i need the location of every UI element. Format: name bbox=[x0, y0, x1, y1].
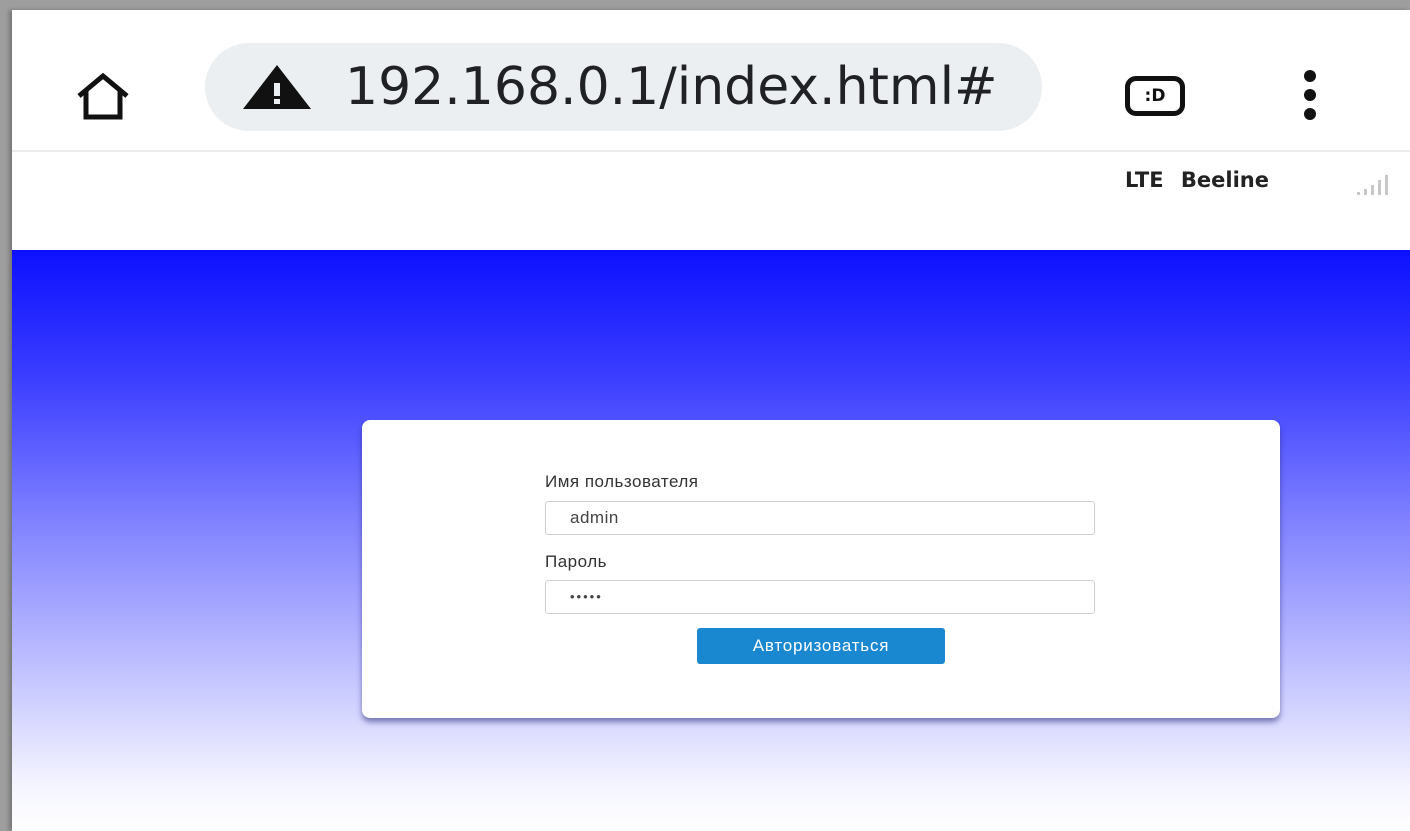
browser-window: 192.168.0.1/index.html# :D LTE Beeline И… bbox=[12, 10, 1410, 831]
tab-switcher-button[interactable]: :D bbox=[1125, 76, 1185, 116]
home-button[interactable] bbox=[74, 72, 132, 122]
username-input[interactable]: admin bbox=[545, 501, 1095, 535]
password-label: Пароль bbox=[545, 552, 607, 571]
menu-dot bbox=[1304, 70, 1316, 82]
login-page-background: Имя пользователя admin Пароль ••••• Авто… bbox=[12, 250, 1410, 831]
browser-toolbar: 192.168.0.1/index.html# :D bbox=[12, 10, 1410, 152]
network-type: LTE bbox=[1125, 168, 1164, 192]
operator-name: Beeline bbox=[1180, 168, 1269, 192]
signal-icon bbox=[1357, 175, 1388, 195]
address-bar[interactable]: 192.168.0.1/index.html# bbox=[205, 43, 1042, 131]
login-button[interactable]: Авторизоваться bbox=[697, 628, 945, 664]
router-header: LTE Beeline bbox=[12, 152, 1410, 250]
home-icon bbox=[77, 72, 129, 120]
menu-dot bbox=[1304, 108, 1316, 120]
tab-switcher-label: :D bbox=[1144, 86, 1166, 106]
username-label: Имя пользователя bbox=[545, 472, 699, 491]
menu-button[interactable] bbox=[1300, 70, 1320, 126]
login-card: Имя пользователя admin Пароль ••••• Авто… bbox=[362, 420, 1280, 718]
network-status: LTE Beeline bbox=[1125, 168, 1279, 192]
url-text[interactable]: 192.168.0.1/index.html# bbox=[345, 53, 1025, 121]
menu-dot bbox=[1304, 89, 1316, 101]
warning-icon[interactable] bbox=[241, 63, 313, 111]
password-input[interactable]: ••••• bbox=[545, 580, 1095, 614]
